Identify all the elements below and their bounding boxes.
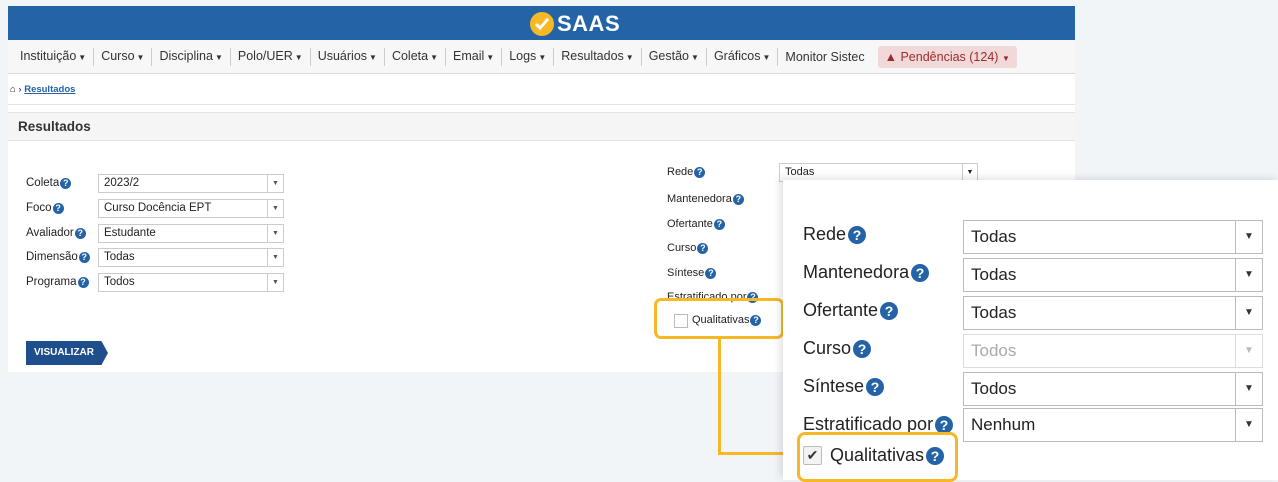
nav-resultados[interactable]: Resultados ▼ <box>554 47 642 66</box>
help-icon[interactable]: ? <box>935 415 954 434</box>
breadcrumb-resultados[interactable]: Resultados <box>24 84 75 95</box>
home-icon[interactable]: ⌂ <box>10 84 16 95</box>
nav-instituicao[interactable]: Instituição ▼ <box>13 47 95 66</box>
caret-down-icon: ▼ <box>486 52 495 62</box>
caret-down-icon: ▼ <box>294 52 303 62</box>
dropdown-arrow-icon: ▼ <box>267 248 283 266</box>
zoom-sintese-label: Síntese? <box>803 376 885 397</box>
nav-polo-uer[interactable]: Polo/UER ▼ <box>231 47 311 66</box>
zoom-ofertante-label: Ofertante? <box>803 300 899 321</box>
dropdown-arrow-icon: ▼ <box>1235 259 1262 291</box>
help-icon[interactable]: ? <box>60 177 72 189</box>
zoom-sintese-select[interactable]: Todos ▼ <box>963 372 1263 406</box>
dropdown-arrow-icon: ▼ <box>267 199 283 217</box>
warning-icon: ▲ <box>884 49 897 64</box>
highlight-box-small <box>654 298 784 339</box>
saas-logo[interactable]: SAAS <box>530 11 620 37</box>
dropdown-arrow-icon: ▼ <box>1235 221 1262 253</box>
dropdown-arrow-icon: ▼ <box>267 273 283 291</box>
logo-text: SAAS <box>557 11 621 36</box>
title-bar: Resultados <box>8 112 1075 141</box>
breadcrumb: ⌂ › Resultados <box>8 80 1075 105</box>
nav-gestao[interactable]: Gestão ▼ <box>642 47 707 66</box>
programa-select[interactable]: Todos ▼ <box>98 272 284 292</box>
dropdown-arrow-icon: ▼ <box>1235 335 1262 367</box>
nav-coleta[interactable]: Coleta ▼ <box>385 47 447 66</box>
foco-row: Foco? Curso Docência EPT ▼ <box>26 198 284 218</box>
avaliador-select[interactable]: Estudante ▼ <box>98 223 284 243</box>
curso-label: Curso? <box>667 242 709 254</box>
nav-logs[interactable]: Logs ▼ <box>502 47 555 66</box>
help-icon[interactable]: ? <box>848 225 867 244</box>
caret-down-icon: ▼ <box>691 52 699 62</box>
nav-disciplina[interactable]: Disciplina ▼ <box>152 47 231 66</box>
zoom-curso-label: Curso? <box>803 338 872 359</box>
zoom-mantenedora-select[interactable]: Todas ▼ <box>963 258 1263 292</box>
top-header: SAAS <box>8 6 1075 40</box>
help-icon[interactable]: ? <box>732 193 744 205</box>
foco-select[interactable]: Curso Docência EPT ▼ <box>98 198 284 218</box>
dropdown-arrow-icon: ▼ <box>962 164 977 181</box>
help-icon[interactable]: ? <box>853 339 872 358</box>
pendencias-button[interactable]: ▲ Pendências (124) ▼ <box>877 45 1017 68</box>
zoom-rede-label: Rede? <box>803 224 867 245</box>
caret-down-icon: ▼ <box>430 52 439 62</box>
dimensao-select[interactable]: Todas ▼ <box>98 247 284 267</box>
mantenedora-label: Mantenedora? <box>667 193 744 205</box>
dropdown-arrow-icon: ▼ <box>267 224 283 242</box>
help-icon[interactable]: ? <box>911 263 930 282</box>
nav-curso[interactable]: Curso ▼ <box>94 47 153 66</box>
help-icon[interactable]: ? <box>694 166 706 178</box>
highlight-box-zoom <box>797 432 958 482</box>
coleta-row: Coleta? 2023/2 ▼ <box>26 173 284 193</box>
coleta-label: Coleta? <box>26 177 98 189</box>
dropdown-arrow-icon: ▼ <box>1235 409 1262 441</box>
dimensao-row: Dimensão? Todas ▼ <box>26 247 284 267</box>
help-icon[interactable]: ? <box>74 227 86 239</box>
programa-label: Programa? <box>26 276 98 288</box>
nav-usuarios[interactable]: Usuários ▼ <box>311 47 385 66</box>
help-icon[interactable]: ? <box>880 301 899 320</box>
dropdown-arrow-icon: ▼ <box>267 174 283 192</box>
help-icon[interactable]: ? <box>52 202 64 214</box>
ofertante-label: Ofertante? <box>667 218 725 230</box>
avaliador-row: Avaliador? Estudante ▼ <box>26 223 284 243</box>
help-icon[interactable]: ? <box>866 377 885 396</box>
connector-line-vertical <box>718 339 721 455</box>
programa-row: Programa? Todos ▼ <box>26 272 284 292</box>
zoom-curso-select: Todos ▼ <box>963 334 1263 368</box>
check-icon <box>530 12 554 36</box>
coleta-select[interactable]: 2023/2 ▼ <box>98 173 284 193</box>
help-icon[interactable]: ? <box>77 276 89 288</box>
page-title: Resultados <box>18 119 91 134</box>
visualizar-button[interactable]: VISUALIZAR <box>26 341 108 365</box>
foco-label: Foco? <box>26 202 98 214</box>
nav-email[interactable]: Email ▼ <box>446 47 503 66</box>
help-icon[interactable]: ? <box>713 218 725 230</box>
zoom-ofertante-select[interactable]: Todas ▼ <box>963 296 1263 330</box>
caret-down-icon: ▼ <box>625 52 634 62</box>
caret-down-icon: ▼ <box>78 52 87 62</box>
help-icon[interactable]: ? <box>78 251 90 263</box>
nav-graficos[interactable]: Gráficos ▼ <box>707 47 779 66</box>
zoom-rede-select[interactable]: Todas ▼ <box>963 220 1263 254</box>
main-navbar: Instituição ▼ Curso ▼ Disciplina ▼ Polo/UER… <box>8 40 1075 74</box>
caret-down-icon: ▼ <box>214 52 223 62</box>
sintese-label: Síntese? <box>667 267 717 279</box>
rede-label: Rede? <box>667 166 706 178</box>
zoom-estratificado-select[interactable]: Nenhum ▼ <box>963 408 1263 442</box>
zoom-mantenedora-label: Mantenedora? <box>803 262 930 283</box>
dropdown-arrow-icon: ▼ <box>1235 297 1262 329</box>
dropdown-arrow-icon: ▼ <box>1235 373 1262 405</box>
nav-monitor-sistec[interactable]: Monitor Sistec <box>778 49 871 65</box>
avaliador-label: Avaliador? <box>26 227 98 239</box>
caret-down-icon: ▼ <box>762 52 771 62</box>
caret-down-icon: ▼ <box>1001 53 1010 63</box>
dimensao-label: Dimensão? <box>26 251 98 263</box>
caret-down-icon: ▼ <box>538 52 547 62</box>
caret-down-icon: ▼ <box>136 52 145 62</box>
help-icon[interactable]: ? <box>697 242 709 254</box>
help-icon[interactable]: ? <box>705 267 717 279</box>
caret-down-icon: ▼ <box>369 52 377 62</box>
